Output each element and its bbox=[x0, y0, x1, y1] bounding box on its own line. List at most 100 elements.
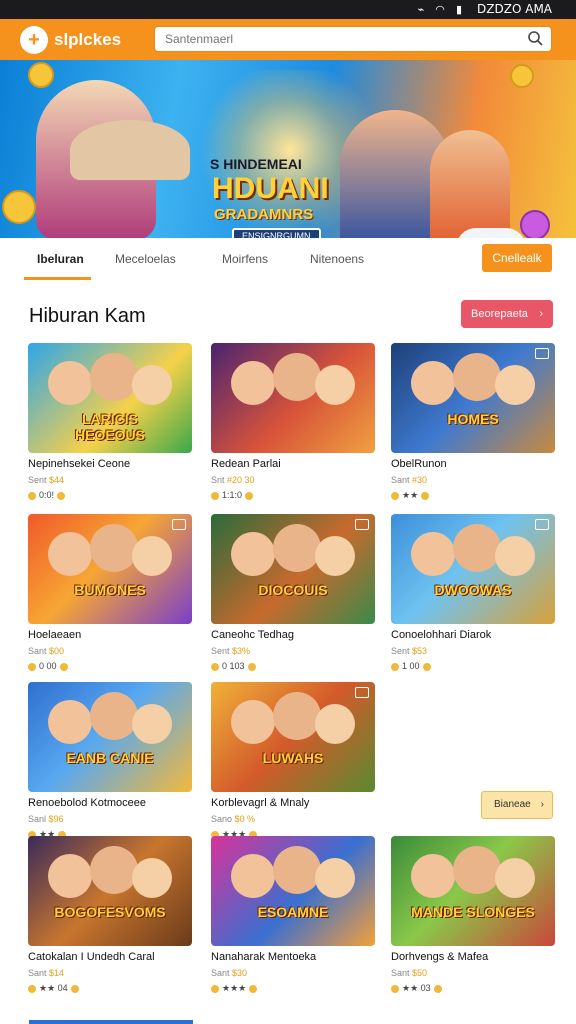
hero-line-1: S HINDEMEAI bbox=[210, 156, 302, 172]
game-thumbnail[interactable]: LARICIS HEOEOUS bbox=[28, 343, 192, 453]
gamepad-icon bbox=[456, 228, 526, 238]
game-thumbnail[interactable]: DIOCOUIS bbox=[211, 514, 375, 624]
game-thumbnail[interactable]: LUWAHS bbox=[211, 682, 375, 792]
game-thumbnail[interactable] bbox=[211, 343, 375, 453]
coin-icon bbox=[433, 984, 442, 993]
brand-name[interactable]: slplckes bbox=[54, 30, 121, 50]
tab-3[interactable]: Moirfens bbox=[222, 252, 268, 266]
coin-icon bbox=[247, 662, 256, 671]
game-card[interactable]: DIOCOUIS Caneohc Tedhag Sent $3% 0 103 bbox=[211, 514, 375, 671]
game-card[interactable]: HOMES ObelRunon Sant #30 ★★ bbox=[391, 343, 555, 501]
game-card[interactable]: LUWAHS Korblevagrl & Mnaly Sano $0 % ★★★ bbox=[211, 682, 375, 840]
game-title[interactable]: Conoelohhari Diarok bbox=[391, 629, 555, 641]
game-meta-label: Sant bbox=[28, 646, 47, 656]
character-illustration bbox=[273, 692, 321, 740]
tab-4[interactable]: Nitenoens bbox=[310, 252, 364, 266]
screen-icon bbox=[535, 519, 549, 530]
coin-icon bbox=[211, 662, 219, 671]
character-illustration bbox=[90, 353, 138, 401]
game-rating: 0:0! bbox=[28, 490, 192, 500]
game-title[interactable]: Dorhvengs & Mafea bbox=[391, 951, 555, 963]
game-thumbnail[interactable]: MANDE SLONGES bbox=[391, 836, 555, 946]
app-logo-icon[interactable]: + bbox=[20, 26, 48, 54]
hero-banner[interactable]: S HINDEMEAI HDUANI GRADAMNRS ENSIGNRGUMN bbox=[0, 60, 576, 238]
game-title[interactable]: Korblevagrl & Mnaly bbox=[211, 797, 375, 809]
game-price: $14 bbox=[49, 968, 65, 978]
status-time: DZDZO AMA bbox=[477, 2, 552, 16]
hero-subtitle: GRADAMNRS bbox=[214, 206, 314, 223]
game-title[interactable]: Nanaharak Mentoeka bbox=[211, 951, 375, 963]
character-illustration bbox=[273, 846, 321, 894]
character-illustration bbox=[90, 524, 138, 572]
game-meta: Snt #20 30 bbox=[211, 475, 375, 485]
section-view-all-button[interactable]: Beorepaeta › bbox=[461, 300, 553, 328]
game-banner-text: DIOCOUIS bbox=[258, 582, 328, 598]
game-rating-value: 0 00 bbox=[39, 661, 57, 671]
game-title[interactable]: Hoelaeaen bbox=[28, 629, 192, 641]
game-title[interactable]: Caneohc Tedhag bbox=[211, 629, 375, 641]
search-icon[interactable] bbox=[527, 30, 543, 46]
character-illustration bbox=[90, 692, 138, 740]
character-illustration bbox=[231, 532, 275, 576]
character-illustration bbox=[273, 353, 321, 401]
game-meta: Sant $00 bbox=[28, 646, 192, 656]
game-price: $30 bbox=[232, 968, 248, 978]
game-thumbnail[interactable]: ESOAMNE bbox=[211, 836, 375, 946]
character-illustration bbox=[132, 704, 172, 744]
section-button-label: Beorepaeta bbox=[471, 308, 528, 320]
game-card[interactable]: EANB CANIE Renoebolod Kotmoceee Sanl $96 ★★ bbox=[28, 682, 192, 840]
hero-title: HDUANI bbox=[212, 172, 329, 205]
game-thumbnail[interactable]: HOMES bbox=[391, 343, 555, 453]
game-price: $0 % bbox=[234, 814, 256, 824]
game-price: $3% bbox=[232, 646, 251, 656]
character-illustration bbox=[132, 536, 172, 576]
coin-icon bbox=[28, 62, 54, 88]
game-rating: ★★ bbox=[391, 490, 555, 501]
game-title[interactable]: Catokalan I Undedh Caral bbox=[28, 951, 192, 963]
coin-icon bbox=[391, 662, 399, 671]
status-bar: ⌁ ◠ ▮ DZDZO AMA bbox=[0, 0, 576, 19]
character-illustration bbox=[231, 854, 275, 898]
character-illustration bbox=[90, 846, 138, 894]
game-title[interactable]: ObelRunon bbox=[391, 458, 555, 470]
game-title[interactable]: Redean Parlai bbox=[211, 458, 375, 470]
more-button[interactable]: Bianeae › bbox=[481, 791, 553, 819]
search-input[interactable] bbox=[163, 31, 507, 47]
game-card[interactable]: BUMONES Hoelaeaen Sant $00 0 00 bbox=[28, 514, 192, 671]
main-content: Hiburan Kam Beorepaeta › LARICIS HEOEOUS… bbox=[0, 282, 576, 1024]
tab-1[interactable]: Ibeluran bbox=[37, 252, 84, 266]
game-meta: Sant $30 bbox=[211, 968, 375, 978]
game-banner-text: MANDE SLONGES bbox=[411, 904, 535, 920]
game-banner-text: BUMONES bbox=[74, 582, 146, 598]
game-thumbnail[interactable]: BOGOFESVOMS bbox=[28, 836, 192, 946]
game-card[interactable]: LARICIS HEOEOUS Nepinehsekei Ceone Sent $4… bbox=[28, 343, 192, 500]
game-card[interactable]: DWOOWAS Conoelohhari Diarok Sent $53 1 00 bbox=[391, 514, 555, 671]
game-rating-value: 0 103 bbox=[222, 661, 245, 671]
game-thumbnail[interactable]: EANB CANIE bbox=[28, 682, 192, 792]
game-rating: 0 00 bbox=[28, 661, 192, 671]
coin-icon bbox=[391, 984, 399, 993]
app-header: + slplckes bbox=[0, 19, 576, 60]
game-title[interactable]: Renoebolod Kotmoceee bbox=[28, 797, 192, 809]
tab-action-button[interactable]: Cnellealk bbox=[482, 244, 552, 272]
character-illustration bbox=[132, 365, 172, 405]
game-card[interactable]: BOGOFESVOMS Catokalan I Undedh Caral Sant … bbox=[28, 836, 192, 994]
search-box[interactable] bbox=[154, 26, 552, 52]
game-rating-value: ★★ bbox=[402, 490, 419, 500]
character-illustration bbox=[132, 858, 172, 898]
game-thumbnail[interactable]: BUMONES bbox=[28, 514, 192, 624]
game-card[interactable]: ESOAMNE Nanaharak Mentoeka Sant $30 ★★★ bbox=[211, 836, 375, 994]
game-title[interactable]: Nepinehsekei Ceone bbox=[28, 458, 192, 470]
character-illustration bbox=[495, 365, 535, 405]
next-row-thumbnail[interactable] bbox=[29, 1020, 193, 1024]
tab-2[interactable]: Meceloelas bbox=[115, 252, 176, 266]
game-thumbnail[interactable]: DWOOWAS bbox=[391, 514, 555, 624]
game-card[interactable]: MANDE SLONGES Dorhvengs & Mafea Sant $50 ★★… bbox=[391, 836, 555, 994]
game-rating-value: ★★★ bbox=[222, 983, 247, 993]
coin-icon bbox=[57, 491, 66, 500]
game-card[interactable]: Redean Parlai Snt #20 30 1:1:0 bbox=[211, 343, 375, 500]
character-illustration bbox=[315, 858, 355, 898]
character-illustration bbox=[231, 361, 275, 405]
game-price: $53 bbox=[412, 646, 428, 656]
character-illustration bbox=[411, 361, 455, 405]
